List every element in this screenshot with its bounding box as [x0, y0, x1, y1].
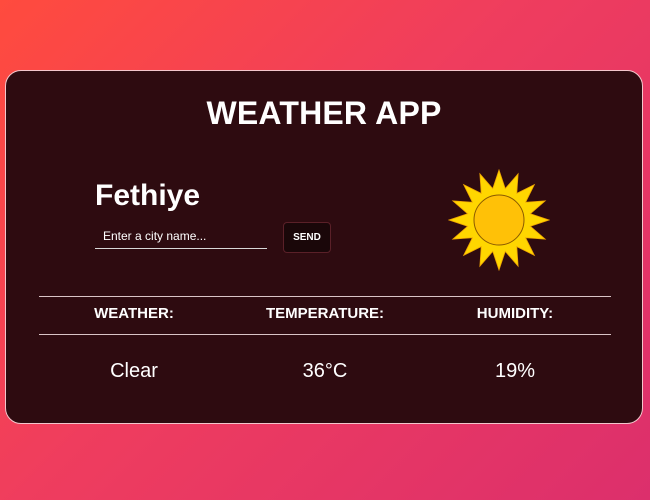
- weather-card: WEATHER APP Fethiye SEND WEATHER: TEMPER…: [5, 70, 643, 424]
- stats-divider-bottom: [39, 334, 611, 335]
- stats-divider-top: [39, 296, 611, 297]
- sun-core: [473, 194, 525, 246]
- weather-header: WEATHER:: [94, 305, 174, 322]
- temperature-header: TEMPERATURE:: [265, 305, 385, 322]
- humidity-value: 19%: [494, 360, 536, 382]
- app-title: WEATHER APP: [206, 95, 442, 131]
- humidity-header: HUMIDITY:: [476, 305, 554, 322]
- weather-value: Clear: [110, 360, 158, 382]
- city-search-input[interactable]: [95, 225, 267, 249]
- sun-icon: [448, 169, 550, 271]
- temperature-value: 36°C: [302, 360, 348, 382]
- city-name: Fethiye: [95, 179, 201, 212]
- send-button[interactable]: SEND: [283, 222, 331, 253]
